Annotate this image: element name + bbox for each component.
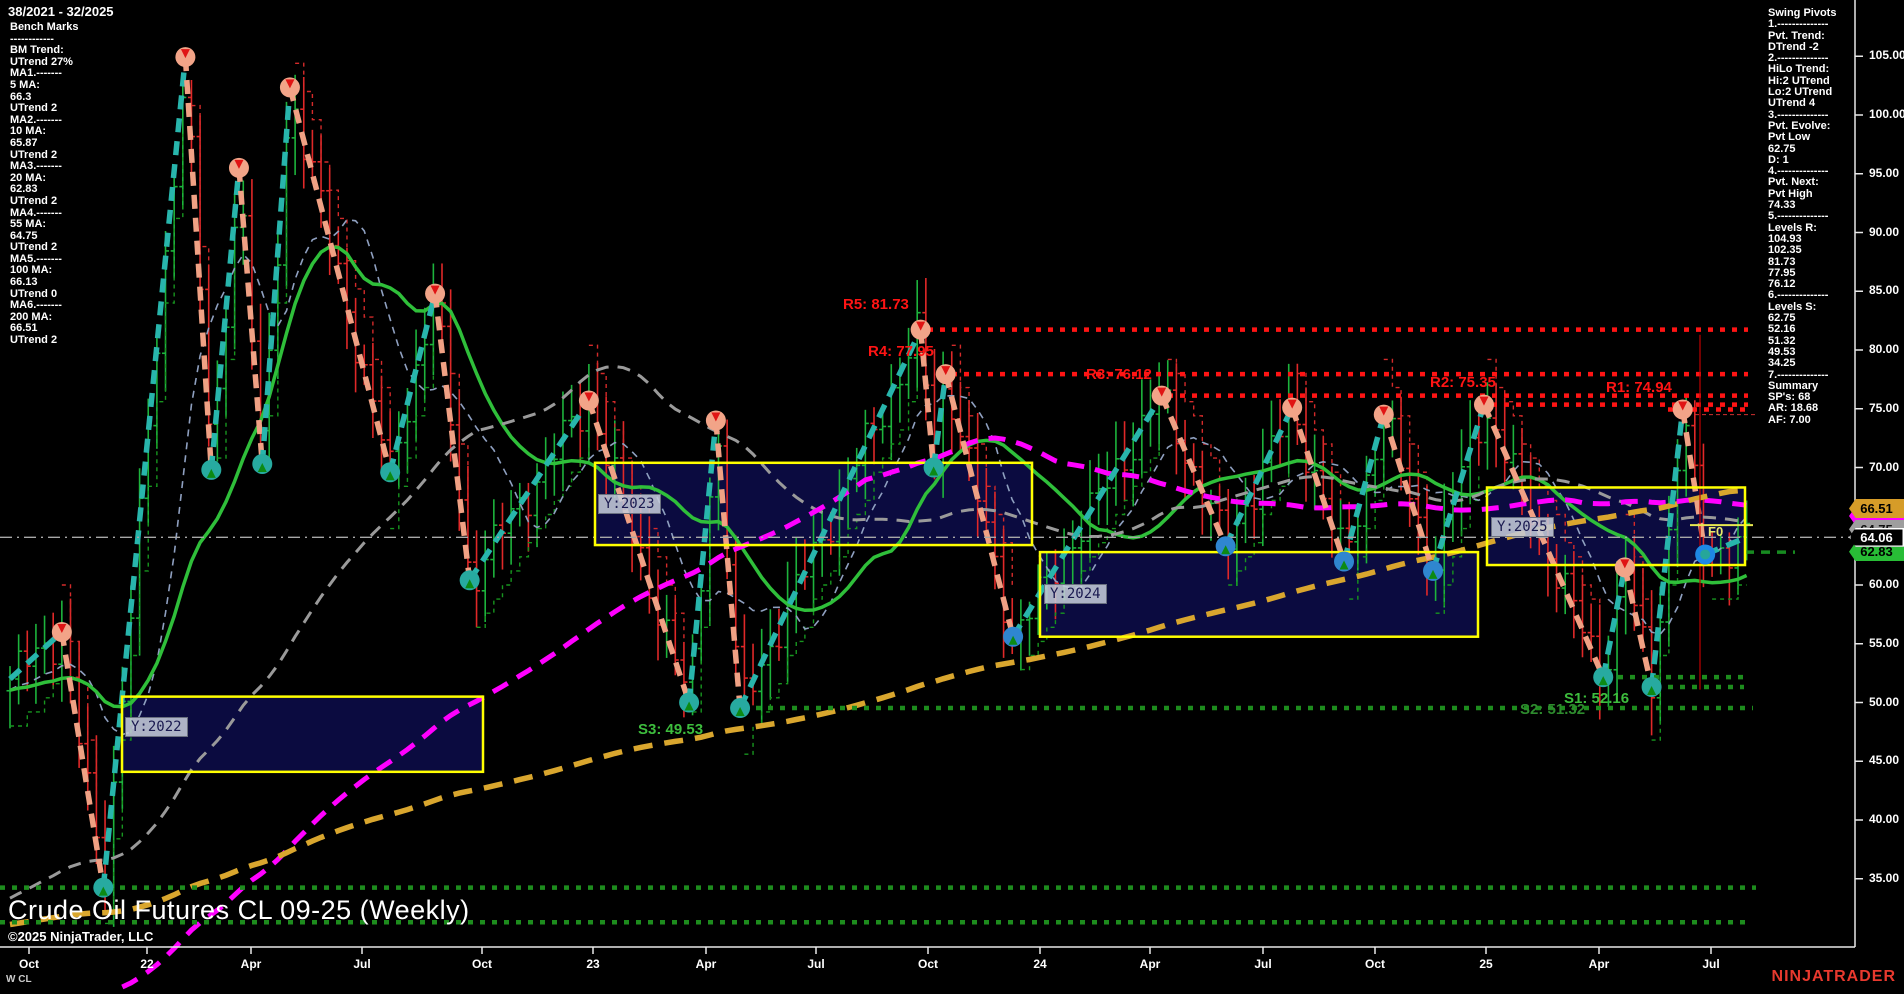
time-axis-label: Jul [1702,957,1719,971]
swing-leg-down [1625,567,1652,687]
swing-leg-down [239,168,262,464]
price-axis-label: 80.00 [1869,342,1899,356]
price-axis-label: 60.00 [1869,577,1899,591]
price-marker-flag: 66.51 [1849,499,1904,518]
panel-line: Pvt Low [1768,132,1836,143]
time-axis-label: 24 [1033,957,1046,971]
price-axis-label: 50.00 [1869,695,1899,709]
panel-line: 5.-------------- [1768,211,1836,222]
time-axis-label: Jul [1254,957,1271,971]
resistance-label: R3: 76.12 [1086,366,1152,383]
panel-line: 55 MA: [10,219,78,231]
price-axis-label: 70.00 [1869,460,1899,474]
instrument-tag: W CL [6,974,32,985]
support-label: S2: 51.32 [1520,701,1585,718]
price-axis-label: 90.00 [1869,225,1899,239]
panel-line: 34.25 [1768,358,1836,369]
trail-stop-up [217,261,234,458]
time-axis-label: Oct [472,957,492,971]
panel-line: 1.-------------- [1768,19,1836,30]
panel-line: UTrend 2 [10,103,78,115]
price-axis-label: 40.00 [1869,812,1899,826]
price-axis-label: 95.00 [1869,166,1899,180]
panel-line: Bench Marks [10,22,78,34]
swing-leg-down [1292,408,1344,562]
date-range-label: 38/2021 - 32/2025 [8,4,114,19]
time-axis-label: 22 [140,957,153,971]
price-chart-canvas[interactable] [0,0,1904,994]
time-axis-label: Apr [1140,957,1161,971]
time-axis-label: Jul [353,957,370,971]
panel-line: AF: 7.00 [1768,415,1836,426]
price-axis-label: 75.00 [1869,401,1899,415]
year-box-label: Y:2024 [1044,584,1107,604]
moving-average-55 [10,367,1747,899]
trail-stop-up [105,134,183,924]
ninjatrader-chart-window: 38/2021 - 32/2025 Bench Marks-----------… [0,0,1904,994]
trail-stop-down [295,63,390,416]
resistance-label: R5: 81.73 [843,296,909,313]
swing-leg-up [1433,405,1484,571]
panel-line: AR: 18.68 [1768,403,1836,414]
time-axis-label: Apr [696,957,717,971]
chart-title: Crude Oil Futures CL 09-25 (Weekly) [8,895,470,926]
swing-leg-down [589,401,689,703]
time-axis-label: Apr [1589,957,1610,971]
year-box-label: Y:2022 [125,717,188,737]
support-label: S3: 49.53 [638,721,703,738]
ninjatrader-logo: NINJATRADER [1772,968,1896,986]
swing-leg-down [1162,396,1226,547]
time-axis-label: 25 [1479,957,1492,971]
time-axis-label: 23 [586,957,599,971]
resistance-label: R4: 77.95 [868,343,934,360]
panel-line: 102.35 [1768,245,1836,256]
price-axis-label: 45.00 [1869,753,1899,767]
resistance-label: R2: 75.35 [1430,374,1496,391]
swing-leg-up [1603,567,1625,677]
fib-f0-label: F0 [1708,524,1723,539]
price-axis-label: 55.00 [1869,636,1899,650]
panel-line: 52.16 [1768,324,1836,335]
swing-pivots-panel: Swing Pivots1.--------------Pvt. Trend:D… [1768,8,1836,426]
year-box-label: Y:2025 [1491,517,1554,537]
price-axis-label: 35.00 [1869,871,1899,885]
price-axis-label: 100.00 [1869,107,1904,121]
price-marker-flag: 64.06 [1849,528,1904,547]
panel-line: UTrend 2 [10,335,78,347]
year-box-label: Y:2023 [598,494,661,514]
panel-line: UTrend 2 [10,196,78,208]
time-axis-label: Oct [19,957,39,971]
swing-leg-down [185,57,211,470]
copyright-text: ©2025 NinjaTrader, LLC [8,929,153,944]
panel-line: 5 MA: [10,80,78,92]
price-axis-label: 85.00 [1869,283,1899,297]
time-axis-label: Oct [1365,957,1385,971]
swing-leg-down [1384,415,1433,571]
panel-line: UTrend 4 [1768,98,1836,109]
panel-line: MA3.------- [10,161,78,173]
swing-low-marker-core [1700,549,1710,559]
time-axis-label: Oct [918,957,938,971]
time-axis-label: Jul [807,957,824,971]
panel-line: 65.87 [10,138,78,150]
time-axis-label: Apr [241,957,262,971]
panel-line: 66.13 [10,277,78,289]
resistance-label: R1: 74.94 [1606,379,1672,396]
bench-marks-panel: Bench Marks------------BM Trend:UTrend 2… [10,22,78,347]
price-axis-label: 105.00 [1869,48,1904,62]
swing-leg-up [390,294,435,473]
